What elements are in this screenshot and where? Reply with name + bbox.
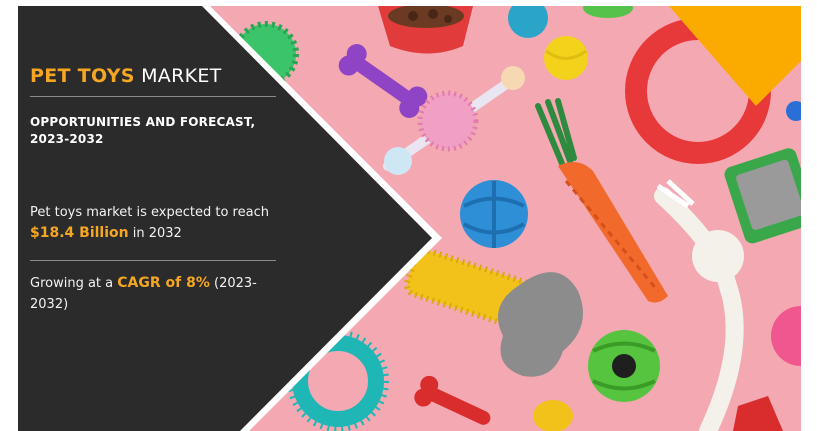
text-block: PET TOYS MARKET OPPORTUNITIES AND FORECA…	[30, 64, 280, 315]
reach-suffix: in 2032	[132, 226, 182, 241]
divider	[30, 260, 276, 261]
reach-prefix: Pet toys market is expected to reach	[30, 205, 269, 220]
yellow-tennis-ball	[544, 36, 588, 80]
green-treat-ball	[588, 330, 660, 402]
cagr-value: CAGR of 8%	[117, 275, 210, 291]
divider	[30, 96, 276, 97]
orange-corner-accent	[669, 6, 801, 106]
reach-value: $18.4 Billion	[30, 225, 129, 241]
subtitle: OPPORTUNITIES AND FORECAST, 2023-2032	[30, 115, 256, 146]
title-accent: PET TOYS	[30, 65, 135, 87]
infographic-card: PET TOYS MARKET OPPORTUNITIES AND FORECA…	[18, 6, 801, 431]
title-rest: MARKET	[141, 65, 222, 87]
page-title: PET TOYS MARKET	[30, 64, 280, 88]
yellow-duck	[533, 400, 573, 431]
blue-treat-ball	[460, 180, 528, 248]
growth-text: Growing at a CAGR of 8% (2023-2032)	[30, 273, 280, 315]
growth-prefix: Growing at a	[30, 276, 114, 291]
market-reach-text: Pet toys market is expected to reach $18…	[30, 202, 280, 244]
